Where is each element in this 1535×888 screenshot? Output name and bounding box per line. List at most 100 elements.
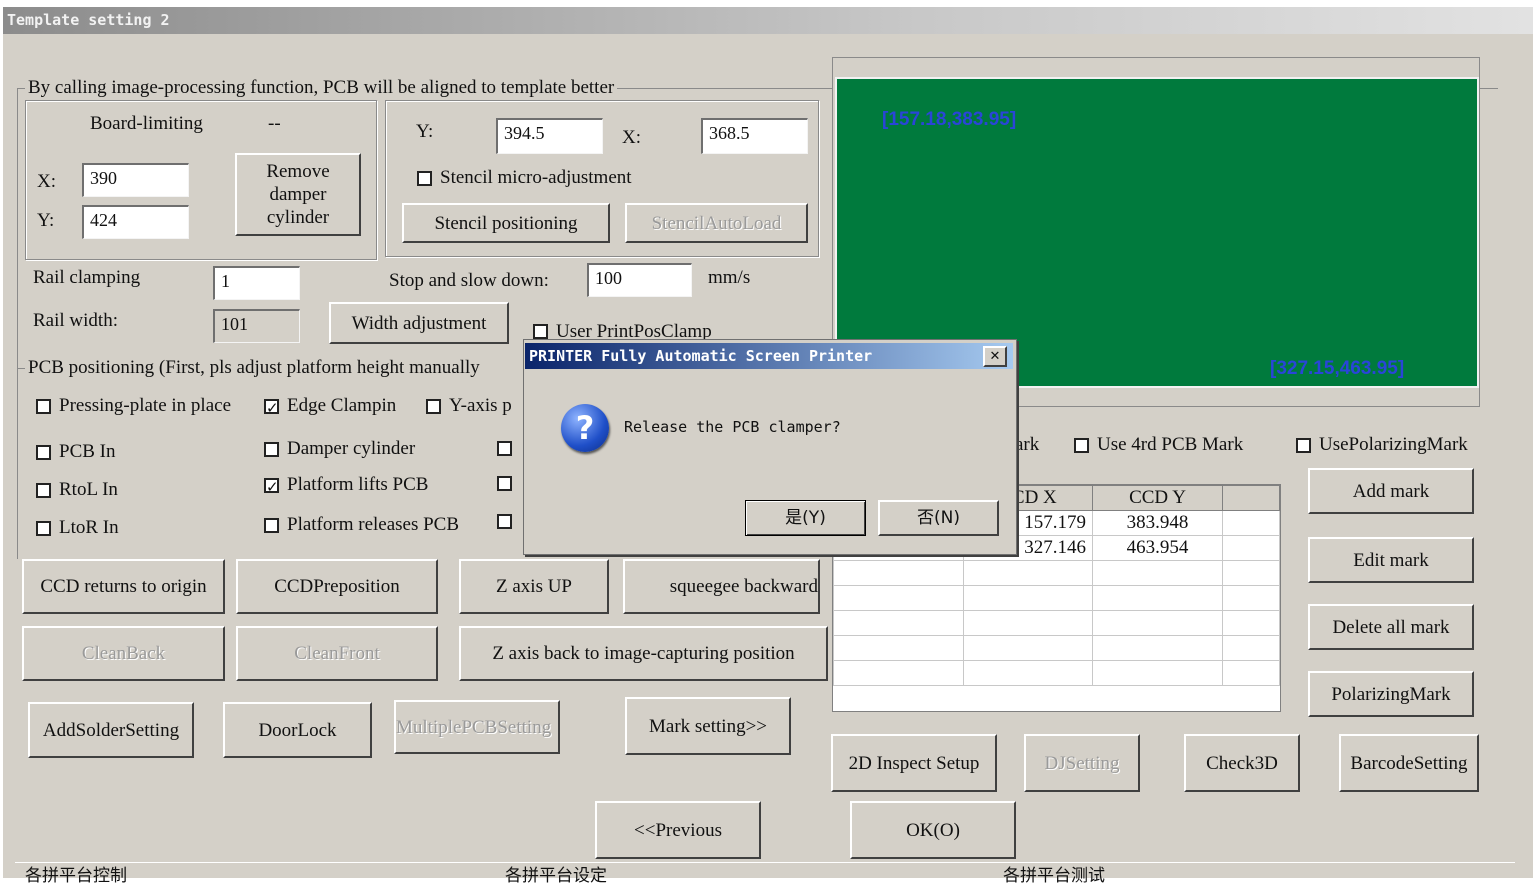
y-axis-box[interactable] bbox=[426, 398, 441, 414]
z-axis-back-button[interactable]: Z axis back to image-capturing position bbox=[459, 626, 828, 681]
pressing-plate-checkbox[interactable]: Pressing-plate in place bbox=[36, 394, 231, 418]
edge-clamping-label: Edge Clampin bbox=[287, 395, 397, 416]
platform-releases-box[interactable] bbox=[264, 517, 279, 533]
remove-damper-button-label: Remove damper cylinder bbox=[266, 161, 330, 228]
ltor-in-box[interactable] bbox=[36, 520, 51, 536]
use-polarizing-mark-checkbox[interactable]: UsePolarizingMark bbox=[1296, 433, 1468, 457]
board-x-input[interactable]: 390 bbox=[82, 163, 189, 197]
table-row[interactable] bbox=[833, 610, 1280, 636]
barcode-setting-button-label: BarcodeSetting bbox=[1350, 752, 1468, 774]
table-row[interactable] bbox=[833, 585, 1280, 611]
rail-clamping-label: Rail clamping bbox=[33, 267, 141, 288]
pcb-in-label: PCB In bbox=[59, 441, 116, 462]
stop-slow-input[interactable]: 100 bbox=[587, 263, 692, 297]
pcb-in-box[interactable] bbox=[36, 444, 51, 460]
check3d-button-label: Check3D bbox=[1206, 752, 1278, 774]
board-y-input[interactable]: 424 bbox=[82, 205, 189, 239]
extra-checkbox-2-box[interactable] bbox=[497, 476, 512, 491]
empty-cell bbox=[1092, 635, 1223, 661]
damper-cylinder-checkbox[interactable]: Damper cylinder bbox=[264, 437, 415, 461]
stencil-micro-adjust-checkbox[interactable]: Stencil micro-adjustment bbox=[417, 166, 632, 190]
tab-platform-test[interactable]: 各拼平台测试 bbox=[1003, 864, 1105, 888]
dialog-title-bar: PRINTER Fully Automatic Screen Printer bbox=[525, 343, 1013, 369]
stencil-autoload-button-label: StencilAutoLoad bbox=[651, 212, 782, 234]
squeegee-backward-button[interactable]: squeegee backward bbox=[623, 559, 820, 614]
mark-setting-button[interactable]: Mark setting>> bbox=[625, 697, 791, 755]
dj-setting-button[interactable]: DJSetting bbox=[1024, 734, 1140, 792]
stencil-micro-adjust-box[interactable] bbox=[417, 170, 432, 186]
ccd-origin-button[interactable]: CCD returns to origin bbox=[22, 559, 225, 614]
extra-checkbox-1-box[interactable] bbox=[497, 441, 512, 456]
ltor-in-checkbox[interactable]: LtoR In bbox=[36, 516, 119, 540]
platform-releases-checkbox[interactable]: Platform releases PCB bbox=[264, 513, 459, 537]
barcode-setting-button[interactable]: BarcodeSetting bbox=[1339, 734, 1479, 792]
door-lock-button[interactable]: DoorLock bbox=[223, 702, 372, 758]
check3d-button[interactable]: Check3D bbox=[1184, 734, 1300, 792]
pressing-plate-box[interactable] bbox=[36, 398, 51, 414]
delete-all-mark-button[interactable]: Delete all mark bbox=[1308, 604, 1474, 650]
rtol-in-checkbox[interactable]: RtoL In bbox=[36, 478, 118, 502]
tab-platform-setting[interactable]: 各拼平台设定 bbox=[505, 864, 607, 888]
ccd-preposition-button[interactable]: CCDPreposition bbox=[236, 559, 438, 614]
extra-checkbox-3[interactable] bbox=[497, 514, 520, 529]
pcb-positioning-caption: PCB positioning (First, pls adjust platf… bbox=[25, 356, 527, 380]
rtol-in-box[interactable] bbox=[36, 482, 51, 498]
table-row[interactable] bbox=[833, 660, 1280, 686]
y-axis-checkbox[interactable]: Y-axis p bbox=[426, 394, 521, 418]
close-icon: ✕ bbox=[989, 349, 1001, 364]
stencil-x-input[interactable]: 368.5 bbox=[701, 118, 808, 154]
dialog-close-button[interactable]: ✕ bbox=[983, 346, 1007, 367]
multiple-pcb-setting-button[interactable]: MultiplePCBSetting bbox=[394, 700, 560, 754]
empty-cell bbox=[1222, 660, 1280, 686]
add-solder-setting-button[interactable]: AddSolderSetting bbox=[28, 702, 194, 758]
remove-damper-button[interactable]: Remove damper cylinder bbox=[235, 153, 361, 236]
ccd-preposition-button-label: CCDPreposition bbox=[274, 576, 400, 597]
user-printposclamp-box[interactable] bbox=[533, 324, 548, 339]
mark-extra-cell bbox=[1222, 510, 1280, 536]
dialog-no-button[interactable]: 否(N) bbox=[878, 500, 999, 536]
tab-platform-control[interactable]: 各拼平台控制 bbox=[25, 864, 127, 888]
rail-width-input[interactable]: 101 bbox=[213, 309, 300, 343]
stencil-y-input[interactable]: 394.5 bbox=[496, 118, 603, 154]
user-printposclamp-checkbox[interactable]: User PrintPosClamp bbox=[533, 320, 712, 340]
polarizing-mark-button-label: PolarizingMark bbox=[1331, 683, 1451, 705]
empty-cell bbox=[1222, 635, 1280, 661]
width-adjustment-button[interactable]: Width adjustment bbox=[329, 302, 509, 344]
empty-cell bbox=[833, 610, 964, 636]
damper-cylinder-box[interactable] bbox=[264, 441, 279, 457]
dialog-yes-button[interactable]: 是(Y) bbox=[745, 500, 866, 536]
speed-unit-label: mm/s bbox=[708, 267, 751, 288]
extra-checkbox-2[interactable] bbox=[497, 476, 520, 491]
table-row[interactable] bbox=[833, 635, 1280, 661]
edge-clamping-checkbox[interactable]: Edge Clampin bbox=[264, 394, 397, 420]
z-axis-up-button[interactable]: Z axis UP bbox=[459, 559, 609, 614]
add-mark-button[interactable]: Add mark bbox=[1308, 468, 1474, 514]
extra-checkbox-1[interactable] bbox=[497, 441, 520, 456]
empty-cell bbox=[833, 560, 964, 586]
use-polarizing-mark-box[interactable] bbox=[1296, 437, 1311, 453]
stencil-autoload-button[interactable]: StencilAutoLoad bbox=[625, 203, 808, 243]
empty-cell bbox=[833, 635, 964, 661]
platform-lifts-checkbox[interactable]: Platform lifts PCB bbox=[264, 473, 429, 499]
pcb-in-checkbox[interactable]: PCB In bbox=[36, 440, 116, 464]
align-group-caption: By calling image-processing function, PC… bbox=[25, 76, 618, 100]
table-row[interactable] bbox=[833, 560, 1280, 586]
clean-front-button[interactable]: CleanFront bbox=[236, 626, 438, 681]
ok-button[interactable]: OK(O) bbox=[850, 801, 1016, 859]
platform-lifts-label: Platform lifts PCB bbox=[287, 474, 429, 495]
rail-clamping-input[interactable]: 1 bbox=[213, 266, 300, 300]
inspect-2d-setup-button[interactable]: 2D Inspect Setup bbox=[831, 734, 997, 792]
use-4rd-mark-box[interactable] bbox=[1074, 437, 1089, 453]
edit-mark-button[interactable]: Edit mark bbox=[1308, 537, 1474, 583]
z-axis-up-button-label: Z axis UP bbox=[496, 576, 572, 597]
empty-cell bbox=[1222, 610, 1280, 636]
use-4rd-mark-checkbox[interactable]: Use 4rd PCB Mark bbox=[1074, 433, 1243, 457]
empty-cell bbox=[1092, 560, 1223, 586]
polarizing-mark-button[interactable]: PolarizingMark bbox=[1308, 671, 1474, 717]
clean-back-button[interactable]: CleanBack bbox=[22, 626, 225, 681]
platform-lifts-box[interactable] bbox=[264, 475, 279, 499]
stencil-positioning-button[interactable]: Stencil positioning bbox=[402, 203, 610, 243]
extra-checkbox-3-box[interactable] bbox=[497, 514, 512, 529]
previous-button[interactable]: <<Previous bbox=[595, 801, 761, 859]
edge-clamping-box[interactable] bbox=[264, 396, 279, 420]
